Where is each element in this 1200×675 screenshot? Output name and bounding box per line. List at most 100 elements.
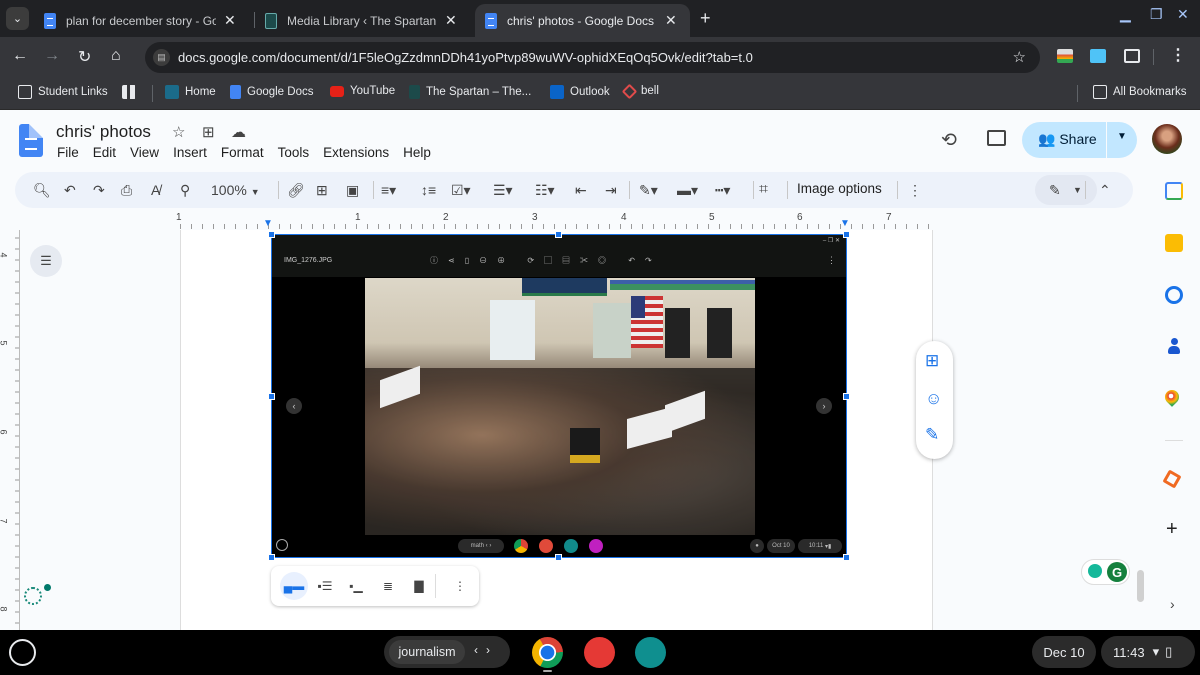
site-info-icon[interactable]: ▤ xyxy=(153,49,170,66)
in-front-of-text-icon[interactable]: ▇ xyxy=(405,572,433,600)
tab-media-library[interactable]: Media Library ‹ The Spartan — WordPress … xyxy=(255,4,467,37)
url-text[interactable]: docs.google.com/document/d/1F5leOgZzdmnD… xyxy=(178,50,753,65)
profile-extension-icon[interactable] xyxy=(1090,49,1106,63)
chrome-menu-icon[interactable]: ⋮ xyxy=(1170,45,1186,65)
version-history-icon[interactable]: ⟲ xyxy=(941,129,957,152)
image-options-button[interactable]: Image options xyxy=(797,181,882,196)
user-avatar[interactable] xyxy=(1152,124,1182,154)
share-button[interactable]: 👥 Share ▼ xyxy=(1022,122,1137,158)
resize-handle[interactable] xyxy=(268,554,275,561)
bookmark-bell[interactable]: bell xyxy=(621,83,659,99)
wrap-text-icon[interactable]: ▪☰ xyxy=(311,572,339,600)
resize-handle[interactable] xyxy=(843,231,850,238)
behind-text-icon[interactable]: ≣ xyxy=(374,572,402,600)
editing-mode-button[interactable]: ✎ ▼ xyxy=(1035,175,1097,205)
menu-file[interactable]: File xyxy=(50,145,86,160)
break-text-icon[interactable]: ▪▁ xyxy=(342,572,370,600)
crop-image-icon[interactable]: ⌗ xyxy=(759,181,768,199)
menu-extensions[interactable]: Extensions xyxy=(316,145,396,160)
status-area[interactable]: 11:43 ▾ ▯ xyxy=(1101,636,1195,668)
decrease-indent-icon[interactable]: ⇤ xyxy=(575,181,587,199)
bookmark-home[interactable]: Home xyxy=(165,85,216,99)
tab-plan-for-december-story[interactable]: plan for december story - Google Docs ✕ xyxy=(34,4,246,37)
document-title[interactable]: chris' photos xyxy=(56,122,151,142)
all-bookmarks-button[interactable]: All Bookmarks xyxy=(1093,85,1187,99)
bookmark-star-icon[interactable]: ☆ xyxy=(1013,48,1026,66)
forward-button[interactable]: → xyxy=(44,47,60,65)
chrome-app-icon[interactable] xyxy=(532,637,563,668)
bulleted-list-icon[interactable]: ☰▾ xyxy=(493,181,513,199)
right-indent-marker[interactable]: ▼ xyxy=(840,218,850,229)
search-menus-icon[interactable]: 🔍︎ xyxy=(33,181,51,199)
new-tab-button[interactable]: + xyxy=(700,8,711,29)
bookmark-apps[interactable] xyxy=(122,85,142,99)
left-indent-marker[interactable]: ▼ xyxy=(263,218,273,229)
address-bar[interactable]: ▤ docs.google.com/document/d/1F5leOgZzdm… xyxy=(145,42,1040,73)
bookmark-youtube[interactable]: YouTube xyxy=(330,85,395,97)
google-tasks-icon[interactable] xyxy=(1165,286,1183,304)
resize-handle[interactable] xyxy=(268,231,275,238)
google-calendar-icon[interactable] xyxy=(1165,182,1183,200)
zoom-select[interactable]: 100% ▼ xyxy=(211,181,260,201)
addon-icon[interactable] xyxy=(1162,469,1182,489)
add-comment-icon[interactable]: ⊞ xyxy=(925,351,939,371)
menu-help[interactable]: Help xyxy=(396,145,438,160)
vertical-ruler[interactable]: 4 5 6 7 8 xyxy=(0,230,20,630)
chrome-extension-icon[interactable] xyxy=(1057,49,1073,63)
share-dropdown-icon[interactable]: ▼ xyxy=(1117,131,1127,142)
suggest-edits-icon[interactable]: ✎ xyxy=(925,425,939,445)
spellcheck-icon[interactable]: A̸ xyxy=(151,181,160,199)
comments-icon[interactable] xyxy=(987,130,1006,146)
tab-chris-photos[interactable]: chris' photos - Google Docs ✕ xyxy=(475,4,690,37)
resize-handle[interactable] xyxy=(843,393,850,400)
increase-indent-icon[interactable]: ⇥ xyxy=(605,181,617,199)
grammarly-widget[interactable]: G xyxy=(1081,559,1130,585)
star-icon[interactable]: ☆ xyxy=(172,123,185,141)
launcher-button[interactable] xyxy=(9,639,36,666)
close-window-button[interactable]: ✕ xyxy=(1177,6,1189,23)
numbered-list-icon[interactable]: ☷▾ xyxy=(535,181,555,199)
checklist-icon[interactable]: ☑▾ xyxy=(451,181,471,199)
horizontal-ruler[interactable]: 1 1 2 3 4 5 6 7 ▼ ▼ xyxy=(0,212,1140,230)
emoji-reaction-icon[interactable]: ☺ xyxy=(925,389,942,409)
bookmark-outlook[interactable]: Outlook xyxy=(550,85,610,99)
resize-handle[interactable] xyxy=(555,554,562,561)
expand-panel-icon[interactable]: › xyxy=(1170,596,1175,612)
border-weight-icon[interactable]: ▬▾ xyxy=(677,181,698,199)
inline-wrap-icon[interactable]: ▄▬ xyxy=(280,572,308,600)
tab-search-button[interactable]: ⌄ xyxy=(6,7,29,30)
cloud-saved-icon[interactable]: ☁ xyxy=(231,123,246,141)
add-addon-icon[interactable]: + xyxy=(1166,518,1178,541)
menu-view[interactable]: View xyxy=(123,145,166,160)
bookmark-the-spartan[interactable]: The Spartan – The... xyxy=(409,85,531,99)
resize-handle[interactable] xyxy=(268,393,275,400)
close-tab-icon[interactable]: ✕ xyxy=(445,12,457,29)
menu-insert[interactable]: Insert xyxy=(166,145,214,160)
undo-icon[interactable]: ↶ xyxy=(64,181,76,199)
redo-icon[interactable]: ↷ xyxy=(93,181,105,199)
fingerprint-extension-icon[interactable] xyxy=(24,587,42,605)
move-folder-icon[interactable]: ⊞ xyxy=(202,123,215,141)
border-color-icon[interactable]: ✎▾ xyxy=(639,181,658,199)
menu-format[interactable]: Format xyxy=(214,145,271,160)
more-options-icon[interactable]: ⋮ xyxy=(908,181,922,199)
line-spacing-icon[interactable]: ↕≡ xyxy=(421,181,436,199)
reload-button[interactable]: ↻ xyxy=(78,47,91,67)
scrollbar-thumb[interactable] xyxy=(1137,570,1144,602)
align-icon[interactable]: ≡▾ xyxy=(381,181,396,199)
google-keep-icon[interactable] xyxy=(1165,234,1183,252)
insert-image-icon[interactable]: ▣ xyxy=(346,181,359,199)
desk-switcher[interactable]: journalism ‹› xyxy=(384,636,510,668)
menu-edit[interactable]: Edit xyxy=(86,145,123,160)
extensions-puzzle-icon[interactable] xyxy=(1124,49,1140,63)
back-button[interactable]: ← xyxy=(12,47,28,65)
close-tab-icon[interactable]: ✕ xyxy=(665,12,677,29)
app-icon[interactable] xyxy=(635,637,666,668)
google-contacts-icon[interactable] xyxy=(1165,338,1183,356)
insert-link-icon[interactable]: 🔗︎ xyxy=(287,181,305,199)
home-button[interactable]: ⌂ xyxy=(111,47,121,65)
desk-arrows[interactable]: ‹› xyxy=(474,643,498,657)
more-options-icon[interactable]: ⋮ xyxy=(446,572,474,600)
resize-handle[interactable] xyxy=(843,554,850,561)
minimize-button[interactable]: ▁ xyxy=(1120,6,1131,23)
